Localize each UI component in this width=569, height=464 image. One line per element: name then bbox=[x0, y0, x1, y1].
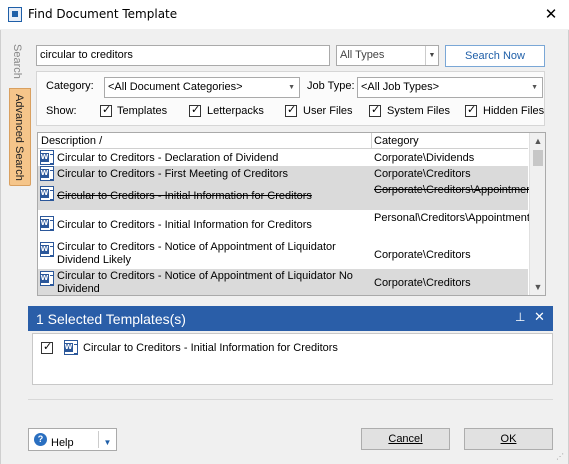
table-row[interactable]: Circular to Creditors - Initial Informat… bbox=[38, 210, 530, 240]
word-document-icon bbox=[40, 271, 54, 286]
selected-panel-title: 1 Selected Templates(s) bbox=[36, 311, 186, 327]
ok-button-label: OK bbox=[500, 433, 517, 445]
split-divider bbox=[98, 431, 99, 448]
row-category: Personal\Creditors\Appointment bbox=[374, 212, 530, 224]
question-circle-icon: ? bbox=[34, 433, 47, 446]
word-document-icon bbox=[40, 166, 54, 181]
list-header: Description / Category bbox=[38, 133, 528, 149]
ok-button[interactable]: OK bbox=[464, 428, 553, 450]
word-document-icon bbox=[64, 340, 78, 355]
table-row[interactable]: Circular to Creditors - Declaration of D… bbox=[38, 150, 528, 166]
row-category: Corporate\Creditors bbox=[374, 249, 471, 261]
letterpacks-checkbox[interactable] bbox=[189, 103, 201, 117]
type-dropdown-value: All Types bbox=[340, 49, 385, 61]
row-category: Corporate\Creditors bbox=[374, 168, 471, 180]
job-type-label: Job Type: bbox=[307, 80, 355, 92]
template-list[interactable]: Description / Category Circular to Credi… bbox=[37, 132, 546, 296]
column-separator[interactable] bbox=[371, 133, 372, 149]
scrollbar-thumb[interactable] bbox=[533, 150, 543, 166]
cancel-button[interactable]: Cancel bbox=[361, 428, 450, 450]
row-description: Circular to Creditors - Declaration of D… bbox=[57, 152, 279, 164]
hidden-files-checkbox-label: Hidden Files bbox=[483, 105, 545, 117]
word-document-icon bbox=[40, 216, 54, 231]
row-description: Circular to Creditors - Notice of Appoin… bbox=[57, 270, 353, 295]
search-now-button[interactable]: Search Now bbox=[445, 45, 545, 67]
type-dropdown[interactable]: All Types ▼ bbox=[336, 45, 439, 66]
chevron-down-icon: ▼ bbox=[288, 84, 295, 91]
resize-grip-icon[interactable]: ⋰ bbox=[556, 452, 566, 462]
column-description[interactable]: Description / bbox=[41, 135, 102, 147]
row-description: Circular to Creditors - Initial Informat… bbox=[57, 190, 312, 202]
list-scrollbar[interactable]: ▲ ▼ bbox=[529, 133, 545, 295]
tab-search[interactable]: Search bbox=[6, 36, 28, 86]
word-document-icon bbox=[40, 242, 54, 257]
system-files-checkbox-label: System Files bbox=[387, 105, 450, 117]
table-row[interactable]: Circular to Creditors - Notice of Appoin… bbox=[38, 240, 528, 269]
table-row[interactable]: Circular to Creditors - Initial Informat… bbox=[38, 182, 536, 210]
show-label: Show: bbox=[46, 105, 77, 117]
list-item[interactable]: Circular to Creditors - Initial Informat… bbox=[33, 339, 552, 357]
word-document-icon bbox=[40, 186, 54, 201]
chevron-down-icon: ▼ bbox=[531, 84, 538, 91]
column-category[interactable]: Category bbox=[374, 135, 419, 147]
user-files-checkbox-label: User Files bbox=[303, 105, 353, 117]
system-files-checkbox[interactable] bbox=[369, 103, 381, 117]
templates-checkbox-label: Templates bbox=[117, 105, 168, 117]
job-type-dropdown-value: <All Job Types> bbox=[361, 81, 440, 93]
table-row[interactable]: Circular to Creditors - Notice of Appoin… bbox=[38, 269, 528, 295]
job-type-dropdown[interactable]: <All Job Types> ▼ bbox=[357, 77, 543, 98]
title-bar: Find Document Template ✕ bbox=[0, 0, 569, 30]
chevron-down-icon[interactable]: ▼ bbox=[425, 46, 438, 65]
category-dropdown[interactable]: <All Document Categories> ▼ bbox=[104, 77, 300, 98]
row-description: Circular to Creditors - Notice of Appoin… bbox=[57, 241, 336, 266]
window-icon bbox=[8, 7, 22, 22]
selected-templates-list: Circular to Creditors - Initial Informat… bbox=[32, 333, 553, 385]
pin-icon[interactable]: ⊥ bbox=[515, 310, 525, 324]
selected-item-label: Circular to Creditors - Initial Informat… bbox=[83, 342, 338, 354]
category-dropdown-value: <All Document Categories> bbox=[108, 81, 243, 93]
chevron-down-icon[interactable]: ▼ bbox=[100, 433, 115, 453]
row-description: Circular to Creditors - First Meeting of… bbox=[57, 168, 289, 180]
scroll-down-icon[interactable]: ▼ bbox=[530, 279, 545, 295]
divider bbox=[28, 399, 553, 400]
window-title: Find Document Template bbox=[28, 7, 178, 21]
category-label: Category: bbox=[46, 80, 94, 92]
tab-advanced-search[interactable]: Advanced Search bbox=[9, 88, 31, 186]
scroll-up-icon[interactable]: ▲ bbox=[530, 133, 545, 149]
close-icon[interactable]: ✕ bbox=[540, 4, 562, 26]
hidden-files-checkbox[interactable] bbox=[465, 103, 477, 117]
selected-item-checkbox[interactable] bbox=[41, 340, 53, 354]
help-button[interactable]: ? Help ▼ bbox=[28, 428, 117, 451]
table-row[interactable]: Circular to Creditors - First Meeting of… bbox=[38, 166, 528, 182]
row-category: Corporate\Dividends bbox=[374, 152, 475, 164]
selected-panel-header: 1 Selected Templates(s) ⊥ ✕ bbox=[28, 306, 553, 331]
letterpacks-checkbox-label: Letterpacks bbox=[207, 105, 264, 117]
help-button-label: Help bbox=[51, 437, 74, 449]
search-input[interactable]: circular to creditors bbox=[36, 45, 330, 66]
user-files-checkbox[interactable] bbox=[285, 103, 297, 117]
templates-checkbox[interactable] bbox=[100, 103, 112, 117]
cancel-button-label: Cancel bbox=[388, 433, 423, 445]
row-category: Corporate\Creditors bbox=[374, 277, 471, 289]
close-icon[interactable]: ✕ bbox=[534, 309, 545, 325]
row-category: Corporate\Creditors\Appointment bbox=[374, 184, 536, 196]
row-description: Circular to Creditors - Initial Informat… bbox=[57, 219, 312, 231]
word-document-icon bbox=[40, 150, 54, 165]
